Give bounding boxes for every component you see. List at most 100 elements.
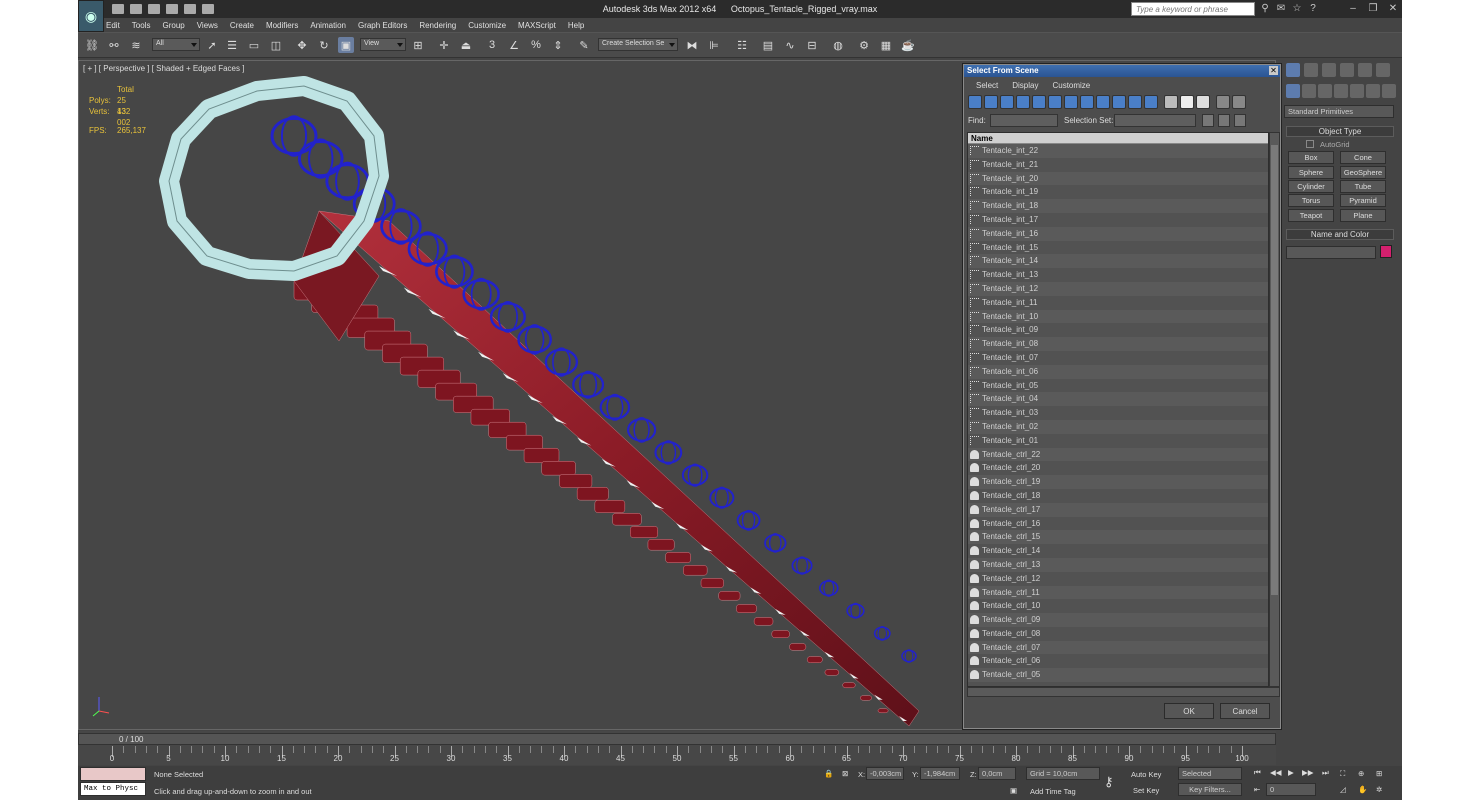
menu-help[interactable]: Help	[568, 21, 584, 30]
goto-start-icon[interactable]: ⏮	[1254, 768, 1261, 778]
lights-category-icon[interactable]	[1318, 84, 1332, 98]
plane-button[interactable]: Plane	[1340, 209, 1386, 222]
list-item[interactable]: Tentacle_ctrl_18	[968, 489, 1268, 503]
list-item[interactable]: Tentacle_int_11	[968, 296, 1268, 310]
goto-end-icon[interactable]: ⏭	[1322, 768, 1329, 778]
cancel-button[interactable]: Cancel	[1220, 703, 1270, 719]
list-horizontal-scrollbar[interactable]	[967, 687, 1280, 697]
hierarchy-tab-icon[interactable]	[1322, 63, 1336, 77]
scene-object-list[interactable]: Name Tentacle_int_22 Tentacle_int_21 Tenta…	[967, 132, 1269, 687]
menu-animation[interactable]: Animation	[310, 21, 346, 30]
time-slider[interactable]: 0 / 100	[78, 733, 1276, 745]
list-item[interactable]: Tentacle_ctrl_19	[968, 475, 1268, 489]
list-item[interactable]: Tentacle_int_19	[968, 185, 1268, 199]
display-tab-icon[interactable]	[1358, 63, 1372, 77]
dialog-menu-customize[interactable]: Customize	[1052, 81, 1090, 90]
spacewarps-category-icon[interactable]	[1366, 84, 1380, 98]
orbit-icon[interactable]: ✲	[1376, 785, 1382, 794]
list-item[interactable]: Tentacle_int_17	[968, 213, 1268, 227]
play-icon[interactable]: ▶	[1288, 768, 1294, 777]
maxscript-mini-listener[interactable]	[80, 767, 146, 781]
name-and-color-rollout[interactable]: Name and Color	[1286, 229, 1394, 240]
cylinder-button[interactable]: Cylinder	[1288, 180, 1334, 193]
window-crossing-icon[interactable]: ◫	[268, 37, 284, 53]
set-key-button[interactable]: Set Key	[1133, 786, 1159, 795]
list-item[interactable]: Tentacle_ctrl_12	[968, 572, 1268, 586]
ok-button[interactable]: OK	[1164, 703, 1214, 719]
render-production-icon[interactable]: ☕	[900, 37, 916, 53]
rectangular-selection-icon[interactable]: ▭	[246, 37, 262, 53]
autogrid-checkbox[interactable]	[1306, 140, 1314, 148]
object-name-input[interactable]	[1286, 246, 1376, 259]
list-item[interactable]: Tentacle_int_09	[968, 323, 1268, 337]
field-of-view-icon[interactable]: ◿	[1340, 785, 1346, 794]
systems-category-icon[interactable]	[1382, 84, 1396, 98]
cameras-category-icon[interactable]	[1334, 84, 1348, 98]
dialog-close-icon[interactable]: ✕	[1269, 66, 1278, 75]
select-invert-icon[interactable]	[1234, 114, 1246, 127]
select-object-icon[interactable]: ➚	[204, 37, 220, 53]
zoom-all-icon[interactable]: ⊞	[1376, 769, 1382, 778]
list-item[interactable]: Tentacle_int_14	[968, 254, 1268, 269]
object-type-rollout[interactable]: Object Type	[1286, 126, 1394, 137]
maxscript-listener-input[interactable]: Max to Physc	[80, 782, 146, 796]
display-bones-icon[interactable]	[1096, 95, 1110, 109]
list-item[interactable]: Tentacle_ctrl_17	[968, 502, 1268, 517]
move-icon[interactable]: ✥	[294, 37, 310, 53]
menu-modifiers[interactable]: Modifiers	[266, 21, 298, 30]
restore-icon[interactable]: ❐	[1368, 3, 1378, 14]
menu-views[interactable]: Views	[197, 21, 218, 30]
modify-tab-icon[interactable]	[1304, 63, 1318, 77]
binoculars-icon[interactable]: ⚲	[1260, 3, 1270, 14]
list-item[interactable]: Tentacle_int_07	[968, 351, 1268, 365]
communication-center-icon[interactable]: ✉	[1276, 3, 1286, 14]
teapot-button[interactable]: Teapot	[1288, 209, 1334, 222]
help-search-input[interactable]: Type a keyword or phrase	[1131, 2, 1255, 16]
rendered-frame-window-icon[interactable]: ▦	[878, 37, 894, 53]
angle-snap-icon[interactable]: ∠	[506, 37, 522, 53]
display-helpers-icon[interactable]	[1032, 95, 1046, 109]
display-containers-icon[interactable]	[1112, 95, 1126, 109]
display-frozen-icon[interactable]	[1128, 95, 1142, 109]
object-color-swatch[interactable]	[1380, 245, 1392, 258]
dialog-menu-display[interactable]: Display	[1012, 81, 1038, 90]
cone-button[interactable]: Cone	[1340, 151, 1386, 164]
list-item[interactable]: Tentacle_ctrl_22	[968, 447, 1268, 462]
sync-selection-icon[interactable]	[1232, 95, 1246, 109]
list-item[interactable]: Tentacle_int_08	[968, 337, 1268, 351]
list-item[interactable]: Tentacle_int_20	[968, 171, 1268, 186]
list-item[interactable]: Tentacle_ctrl_08	[968, 627, 1268, 641]
menu-edit[interactable]: Edit	[106, 21, 120, 30]
geosphere-button[interactable]: GeoSphere	[1340, 166, 1386, 179]
spinner-snap-icon[interactable]: ⇕	[550, 37, 566, 53]
sphere-button[interactable]: Sphere	[1288, 166, 1334, 179]
minimize-icon[interactable]: –	[1348, 3, 1358, 14]
list-item[interactable]: Tentacle_ctrl_15	[968, 530, 1268, 545]
rotate-icon[interactable]: ↻	[316, 37, 332, 53]
align-icon[interactable]: ⊫	[706, 37, 722, 53]
track-bar[interactable]: 0 5 10 15 20 25 30 35 40 45 50 55 60 65 70 75 80 85 90 95 10…	[110, 746, 1249, 764]
list-item[interactable]: Tentacle_ctrl_09	[968, 613, 1268, 627]
material-editor-icon[interactable]: ◍	[830, 37, 846, 53]
torus-button[interactable]: Torus	[1288, 194, 1334, 207]
list-item[interactable]: Tentacle_int_22	[968, 144, 1268, 158]
display-spacewarps-icon[interactable]	[1048, 95, 1062, 109]
display-groups-icon[interactable]	[1064, 95, 1078, 109]
graphite-ribbon-icon[interactable]: ▤	[760, 37, 776, 53]
primitive-category-dropdown[interactable]: Standard Primitives	[1284, 105, 1394, 118]
link-icon[interactable]: ⛓	[84, 37, 100, 53]
menu-rendering[interactable]: Rendering	[419, 21, 456, 30]
list-item[interactable]: Tentacle_int_18	[968, 199, 1268, 213]
control-ring[interactable]	[159, 76, 389, 281]
list-item[interactable]: Tentacle_ctrl_13	[968, 557, 1268, 572]
absolute-mode-icon[interactable]: ⊠	[842, 769, 848, 778]
pan-view-icon[interactable]: ✋	[1358, 785, 1367, 794]
motion-tab-icon[interactable]	[1340, 63, 1354, 77]
pyramid-button[interactable]: Pyramid	[1340, 194, 1386, 207]
key-filters-button[interactable]: Key Filters...	[1178, 783, 1242, 796]
display-none-icon[interactable]	[1180, 95, 1194, 109]
x-coordinate-field[interactable]: -0,003cm	[866, 767, 904, 780]
name-column-header[interactable]: Name	[968, 133, 1268, 144]
create-tab-icon[interactable]	[1286, 63, 1300, 77]
display-all-icon[interactable]	[1164, 95, 1178, 109]
